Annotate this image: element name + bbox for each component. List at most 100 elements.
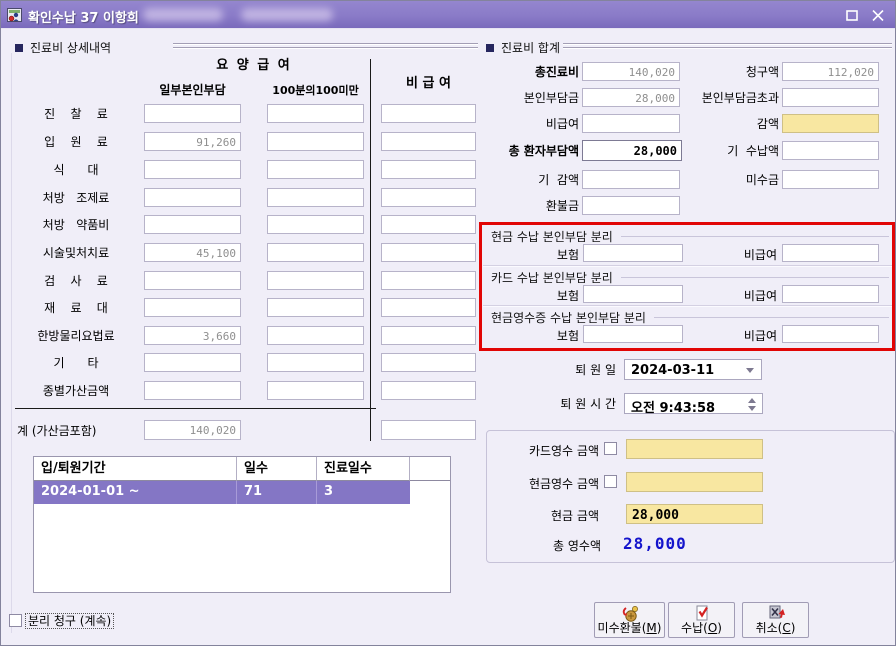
claim-amount-field[interactable]: 112,020 xyxy=(782,62,879,81)
fee-field-procedure-uninsured[interactable] xyxy=(381,243,476,262)
fee-field-rx-dispense-under100[interactable] xyxy=(267,188,364,207)
fee-row-label-rx-dispense: 처방 조제료 xyxy=(15,191,137,205)
fee-field-consult-uninsured[interactable] xyxy=(381,104,476,123)
fee-field-procedure-under100[interactable] xyxy=(267,243,364,262)
fee-field-physio-under100[interactable] xyxy=(267,326,364,345)
cash-split-insurance-label: 보험 xyxy=(506,248,579,262)
fee-field-surcharge-uninsured[interactable] xyxy=(381,381,476,400)
card-split-insurance-field[interactable] xyxy=(583,285,683,303)
fee-field-exam-copay[interactable] xyxy=(144,271,241,290)
refund-button[interactable]: 미수환불(M) xyxy=(594,602,665,638)
fee-field-surcharge-under100[interactable] xyxy=(267,381,364,400)
maximize-button[interactable] xyxy=(841,5,863,25)
chevron-up-icon[interactable] xyxy=(748,398,756,403)
fee-field-rx-dispense-copay[interactable] xyxy=(144,188,241,207)
prev-reduction-label: 기 감액 xyxy=(486,173,579,187)
split-claim-checkbox[interactable] xyxy=(9,614,22,627)
fee-field-exam-uninsured[interactable] xyxy=(381,271,476,290)
fee-field-meal-copay[interactable] xyxy=(144,160,241,179)
cash-split-uninsured-field[interactable] xyxy=(782,244,879,262)
prev-reduction-field[interactable] xyxy=(582,170,680,189)
fee-row-label-material: 재 료 대 xyxy=(15,301,137,315)
total-fee-field[interactable]: 140,020 xyxy=(582,62,680,81)
receipt-split-section-title: 현금영수증 수납 본인부담 분리 xyxy=(491,309,889,326)
refund-field[interactable] xyxy=(582,196,680,215)
fee-row-label-physio: 한방물리요법료 xyxy=(15,329,137,343)
title-rule xyxy=(654,317,889,318)
card-receipt-amount-field[interactable] xyxy=(626,439,763,459)
fee-field-admission-uninsured[interactable] xyxy=(381,132,476,151)
total-field-copay[interactable]: 140,020 xyxy=(144,420,241,440)
discharge-time-spinner[interactable]: 오전 9:43:58 xyxy=(624,393,763,414)
cash-split-insurance-field[interactable] xyxy=(583,244,683,262)
fee-field-consult-copay[interactable] xyxy=(144,104,241,123)
section-title: 진료비 합계 xyxy=(501,39,560,56)
table-header-period: 입/퇴원기간 xyxy=(34,457,237,481)
cancel-button[interactable]: 취소(C) xyxy=(742,602,809,638)
reduction-field[interactable] xyxy=(782,114,879,133)
cash-amount-field[interactable]: 28,000 xyxy=(626,504,763,524)
table-cell-days: 71 xyxy=(237,481,317,504)
chevron-down-icon[interactable] xyxy=(748,406,756,411)
close-button[interactable] xyxy=(867,5,889,25)
total-field-uninsured[interactable] xyxy=(381,420,476,440)
section-label: 카드 수납 본인부담 분리 xyxy=(491,269,613,286)
fee-field-rx-drug-uninsured[interactable] xyxy=(381,215,476,234)
fee-field-meal-under100[interactable] xyxy=(267,160,364,179)
groove-line xyxy=(173,43,478,50)
fee-field-procedure-copay[interactable]: 45,100 xyxy=(144,243,241,262)
table-header-days: 일수 xyxy=(237,457,317,481)
table-cell-treatment-days: 3 xyxy=(317,481,410,504)
received-label: 기 수납액 xyxy=(689,144,779,158)
fee-field-admission-under100[interactable] xyxy=(267,132,364,151)
fee-field-etc-uninsured[interactable] xyxy=(381,353,476,372)
received-field[interactable] xyxy=(782,141,879,160)
patient-total-label: 총 환자부담액 xyxy=(479,144,579,158)
fee-field-consult-under100[interactable] xyxy=(267,104,364,123)
cash-receipt-checkbox[interactable] xyxy=(604,475,617,488)
fee-field-rx-drug-under100[interactable] xyxy=(267,215,364,234)
admission-period-table[interactable]: 입/퇴원기간 일수 진료일수 2024-01-01 ~ 71 3 xyxy=(33,456,451,593)
fee-detail-section-header: 진료비 상세내역 xyxy=(15,39,111,56)
unpaid-field[interactable] xyxy=(782,170,879,189)
uninsured-field[interactable] xyxy=(582,114,680,133)
payment-confirmation-window: 확인수납 37 이항희 진료비 상세내역 요 양 급 여 일부본인부담 100분… xyxy=(0,0,896,646)
patient-total-field[interactable]: 28,000 xyxy=(582,140,682,161)
total-row-label: 계 (가산금포함) xyxy=(17,424,143,438)
receive-button[interactable]: 수납(O) xyxy=(668,602,735,638)
title-bar[interactable]: 확인수납 37 이항희 xyxy=(1,1,895,29)
receipt-split-uninsured-field[interactable] xyxy=(782,325,879,343)
uninsured-label: 비급여 xyxy=(486,117,579,131)
receipt-split-insurance-field[interactable] xyxy=(583,325,683,343)
split-claim-label[interactable]: 분리 청구 (계속) xyxy=(26,614,113,628)
reduction-label: 감액 xyxy=(689,117,779,131)
cash-receipt-amount-field[interactable] xyxy=(626,472,763,492)
discharge-date-combobox[interactable]: 2024-03-11 xyxy=(624,359,762,380)
refund-person-icon xyxy=(618,605,642,622)
fee-field-meal-uninsured[interactable] xyxy=(381,160,476,179)
fee-field-admission-copay[interactable]: 91,260 xyxy=(144,132,241,151)
copay-excess-label: 본인부담금초과 xyxy=(689,91,779,105)
fee-field-rx-dispense-uninsured[interactable] xyxy=(381,188,476,207)
section-bullet-icon xyxy=(15,44,23,52)
fee-field-etc-copay[interactable] xyxy=(144,353,241,372)
copay-field[interactable]: 28,000 xyxy=(582,88,680,107)
fee-field-material-copay[interactable] xyxy=(144,298,241,317)
fee-field-etc-under100[interactable] xyxy=(267,353,364,372)
copay-excess-field[interactable] xyxy=(782,88,879,107)
card-split-section-title: 카드 수납 본인부담 분리 xyxy=(491,269,889,286)
fee-field-rx-drug-copay[interactable] xyxy=(144,215,241,234)
fee-field-material-uninsured[interactable] xyxy=(381,298,476,317)
copay-label: 본인부담금 xyxy=(486,91,579,105)
fee-field-surcharge-copay[interactable] xyxy=(144,381,241,400)
card-split-uninsured-field[interactable] xyxy=(782,285,879,303)
cash-split-uninsured-label: 비급여 xyxy=(701,248,777,262)
fee-field-exam-under100[interactable] xyxy=(267,271,364,290)
fee-field-physio-copay[interactable]: 3,660 xyxy=(144,326,241,345)
col-header-under100: 100분의100미만 xyxy=(267,84,364,98)
unpaid-label: 미수금 xyxy=(689,173,779,187)
fee-field-physio-uninsured[interactable] xyxy=(381,326,476,345)
fee-field-material-under100[interactable] xyxy=(267,298,364,317)
card-receipt-checkbox[interactable] xyxy=(604,442,617,455)
chevron-down-icon[interactable] xyxy=(746,368,754,373)
